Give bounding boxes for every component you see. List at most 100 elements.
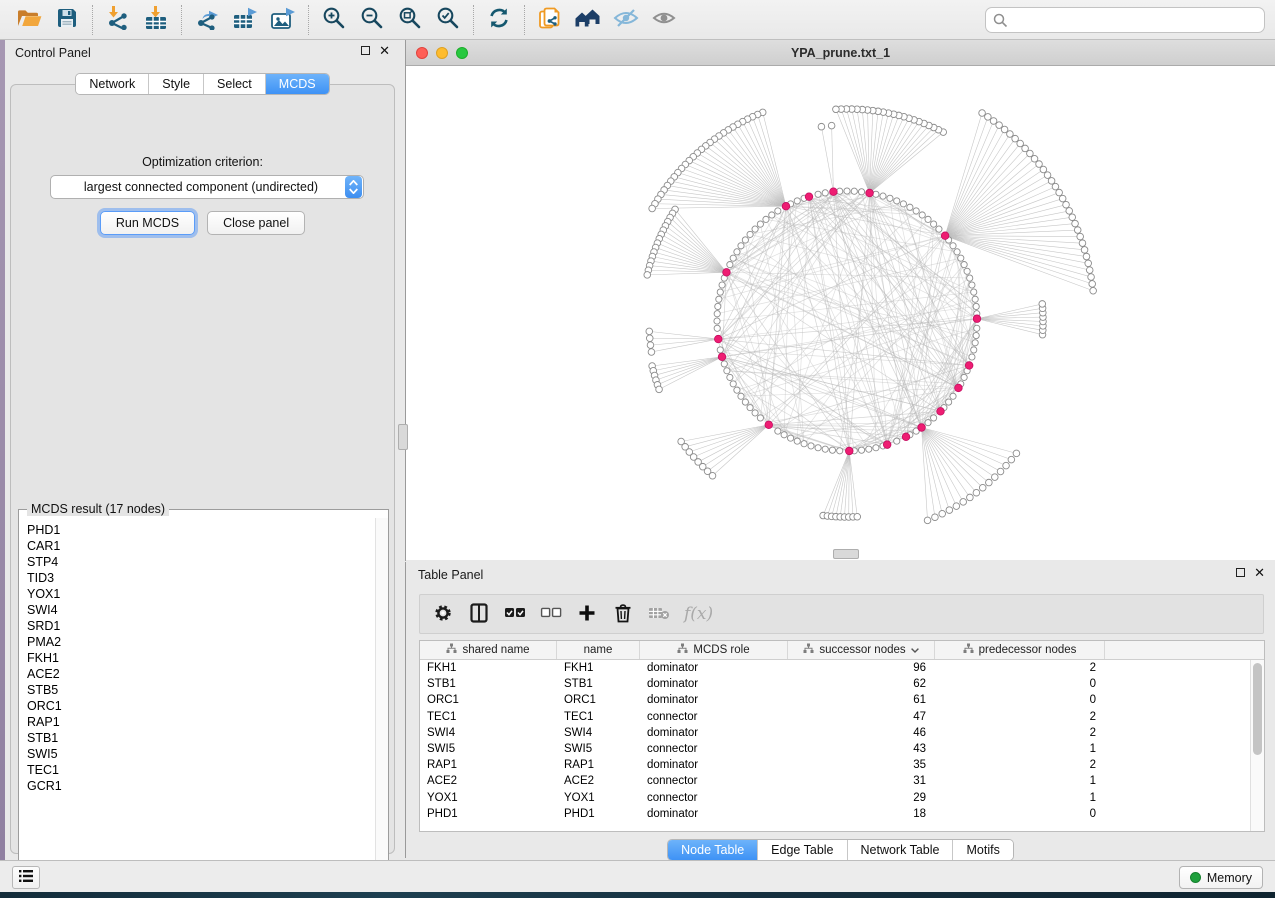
- show-columns-button[interactable]: [464, 599, 494, 629]
- column-header-MCDS-role[interactable]: MCDS role: [640, 641, 788, 659]
- zoom-in-button[interactable]: [315, 3, 353, 37]
- table-row[interactable]: YOX1YOX1connector291: [420, 790, 1250, 806]
- tab-network-table[interactable]: Network Table: [847, 840, 953, 860]
- maximize-window-icon[interactable]: [456, 47, 468, 59]
- table-row[interactable]: RAP1RAP1dominator352: [420, 757, 1250, 773]
- vertical-splitter-handle[interactable]: [398, 424, 408, 450]
- table-settings-button[interactable]: [428, 599, 458, 629]
- mcds-result-title: MCDS result (17 nodes): [27, 502, 169, 516]
- search-input[interactable]: [985, 7, 1265, 33]
- tab-network[interactable]: Network: [76, 74, 148, 94]
- mcds-result-item[interactable]: TID3: [27, 570, 374, 586]
- cell-MCDS-role: dominator: [640, 808, 788, 820]
- cell-successor-nodes: 96: [788, 662, 935, 674]
- import-network-button[interactable]: [99, 3, 137, 37]
- cell-successor-nodes: 43: [788, 743, 935, 755]
- network-canvas[interactable]: [406, 66, 1275, 560]
- table-row[interactable]: TEC1TEC1connector472: [420, 709, 1250, 725]
- mcds-result-item[interactable]: RAP1: [27, 714, 374, 730]
- delete-table-button[interactable]: [644, 599, 674, 629]
- tab-node-table[interactable]: Node Table: [668, 840, 757, 860]
- table-tab-group: Node TableEdge TableNetwork TableMotifs: [667, 839, 1014, 861]
- table-row[interactable]: SWI4SWI4dominator462: [420, 725, 1250, 741]
- float-table-panel-icon[interactable]: [1236, 568, 1245, 577]
- memory-button[interactable]: Memory: [1179, 866, 1263, 889]
- minimize-window-icon[interactable]: [436, 47, 448, 59]
- cell-MCDS-role: dominator: [640, 678, 788, 690]
- run-mcds-button[interactable]: Run MCDS: [100, 211, 195, 235]
- table-row[interactable]: SWI5SWI5connector431: [420, 741, 1250, 757]
- horizontal-splitter-handle[interactable]: [833, 549, 859, 559]
- export-image-button[interactable]: [264, 3, 302, 37]
- table-row[interactable]: PHD1PHD1dominator180: [420, 806, 1250, 822]
- zoom-selected-button[interactable]: [429, 3, 467, 37]
- select-all-button[interactable]: [500, 599, 530, 629]
- mcds-result-list[interactable]: PHD1CAR1STP4TID3YOX1SWI4SRD1PMA2FKH1ACE2…: [20, 518, 374, 879]
- mcds-result-item[interactable]: SWI4: [27, 602, 374, 618]
- tab-style[interactable]: Style: [148, 74, 203, 94]
- hide-selected-button[interactable]: [607, 3, 645, 37]
- mcds-result-box: MCDS result (17 nodes) PHD1CAR1STP4TID3Y…: [18, 509, 389, 881]
- column-header-shared-name[interactable]: shared name: [420, 641, 557, 659]
- first-neighbors-button[interactable]: [569, 3, 607, 37]
- tab-select[interactable]: Select: [203, 74, 265, 94]
- table-row[interactable]: ACE2ACE2connector311: [420, 773, 1250, 789]
- mcds-result-item[interactable]: FKH1: [27, 650, 374, 666]
- cell-successor-nodes: 47: [788, 711, 935, 723]
- cell-predecessor-nodes: 2: [935, 759, 1105, 771]
- save-session-button[interactable]: [48, 3, 86, 37]
- node-table-body[interactable]: FKH1FKH1dominator962STB1STB1dominator620…: [420, 660, 1250, 831]
- network-titlebar[interactable]: YPA_prune.txt_1: [406, 40, 1275, 66]
- mcds-result-item[interactable]: ORC1: [27, 698, 374, 714]
- refresh-layout-button[interactable]: [480, 3, 518, 37]
- mcds-result-item[interactable]: CAR1: [27, 538, 374, 554]
- zoom-fit-button[interactable]: [391, 3, 429, 37]
- float-panel-icon[interactable]: [361, 46, 370, 55]
- create-column-button[interactable]: [572, 599, 602, 629]
- mcds-result-item[interactable]: GCR1: [27, 778, 374, 794]
- close-window-icon[interactable]: [416, 47, 428, 59]
- table-row[interactable]: STB1STB1dominator620: [420, 676, 1250, 692]
- mcds-result-item[interactable]: SWI5: [27, 746, 374, 762]
- eye-slash-icon: [613, 7, 639, 32]
- mcds-result-item[interactable]: STB1: [27, 730, 374, 746]
- column-header-name[interactable]: name: [557, 641, 640, 659]
- toolbar-separator: [524, 5, 525, 35]
- tab-motifs[interactable]: Motifs: [952, 840, 1012, 860]
- export-table-button[interactable]: [226, 3, 264, 37]
- import-table-button[interactable]: [137, 3, 175, 37]
- table-scrollbar[interactable]: [1250, 660, 1264, 831]
- export-network-button[interactable]: [188, 3, 226, 37]
- delete-column-button[interactable]: [608, 599, 638, 629]
- mcds-result-item[interactable]: SRD1: [27, 618, 374, 634]
- mcds-result-item[interactable]: YOX1: [27, 586, 374, 602]
- show-all-button[interactable]: [645, 3, 683, 37]
- mcds-result-item[interactable]: TEC1: [27, 762, 374, 778]
- shared-column-icon: [446, 643, 457, 657]
- table-scrollbar-thumb[interactable]: [1253, 663, 1262, 755]
- optimization-select[interactable]: largest connected component (undirected): [50, 175, 364, 199]
- task-history-button[interactable]: [12, 866, 40, 889]
- shared-column-icon: [803, 643, 814, 657]
- table-row[interactable]: FKH1FKH1dominator962: [420, 660, 1250, 676]
- open-file-button[interactable]: [10, 3, 48, 37]
- deselect-all-button[interactable]: [536, 599, 566, 629]
- zoom-out-button[interactable]: [353, 3, 391, 37]
- table-row[interactable]: ORC1ORC1dominator610: [420, 692, 1250, 708]
- column-header-predecessor-nodes[interactable]: predecessor nodes: [935, 641, 1105, 659]
- tab-mcds[interactable]: MCDS: [265, 74, 329, 94]
- column-header-successor-nodes[interactable]: successor nodes: [788, 641, 935, 659]
- mcds-result-item[interactable]: STB5: [27, 682, 374, 698]
- close-panel-button[interactable]: Close panel: [207, 211, 305, 235]
- cell-name: RAP1: [557, 759, 640, 771]
- tab-edge-table[interactable]: Edge Table: [757, 840, 846, 860]
- close-panel-icon[interactable]: ✕: [379, 46, 390, 55]
- mcds-list-scrollbar[interactable]: [375, 518, 388, 880]
- mcds-result-item[interactable]: PMA2: [27, 634, 374, 650]
- mcds-result-item[interactable]: STP4: [27, 554, 374, 570]
- mcds-result-item[interactable]: ACE2: [27, 666, 374, 682]
- mcds-result-item[interactable]: PHD1: [27, 522, 374, 538]
- clone-network-button[interactable]: [531, 3, 569, 37]
- close-table-panel-icon[interactable]: ✕: [1254, 568, 1265, 577]
- apply-function-button[interactable]: f(x): [680, 599, 717, 629]
